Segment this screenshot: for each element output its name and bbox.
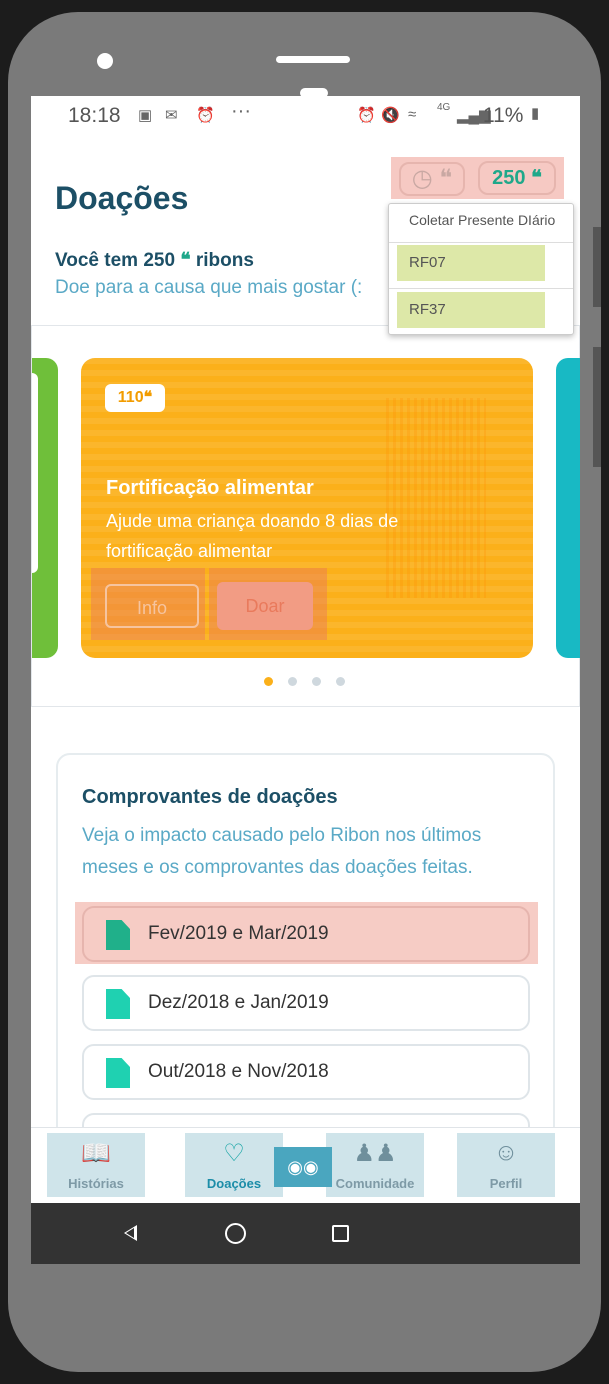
- network-type: 4G: [437, 102, 451, 113]
- cause-card[interactable]: 110❝ Fortificação alimentar Ajude uma cr…: [81, 358, 533, 658]
- tab-comunidade[interactable]: ♟♟ Comunidade: [326, 1133, 424, 1197]
- info-button[interactable]: Info: [105, 584, 199, 628]
- receipt-label: Fev/2019 e Mar/2019: [148, 923, 329, 944]
- balance-unit: ribons: [195, 250, 254, 271]
- tab-label: Doações: [206, 1176, 262, 1191]
- coins-balance-button[interactable]: 250 ❝: [472, 157, 564, 199]
- tab-doacoes[interactable]: ♡ Doações: [185, 1133, 283, 1197]
- gift-dropdown-menu: Coletar Presente DIário RF07 RF37: [388, 203, 574, 335]
- previous-card-highlight: [32, 373, 38, 573]
- heart-icon: ♡: [223, 1140, 245, 1167]
- receipt-label: Dez/2018 e Jan/2019: [148, 992, 329, 1013]
- tab-label: Histórias: [68, 1176, 124, 1191]
- info-button-area: Info: [91, 568, 205, 640]
- ribon-icon: ❝: [531, 167, 542, 189]
- more-notifications-icon: ···: [231, 100, 251, 122]
- ribon-icon: ❝: [180, 250, 191, 271]
- receipt-label: Out/2018 e Nov/2018: [148, 1061, 329, 1082]
- receipt-item[interactable]: Out/2018 e Nov/2018: [82, 1044, 530, 1100]
- balance-text: Você tem 250 ❝ ribons: [55, 249, 254, 272]
- divider: [389, 288, 573, 289]
- mute-icon: 🔇: [381, 107, 400, 124]
- cause-title: Fortificação alimentar: [106, 477, 314, 499]
- image-notification-icon: ▣: [138, 107, 153, 124]
- alarm-icon: ⏰: [357, 107, 376, 124]
- ribon-icon: ❝: [143, 389, 153, 406]
- price-badge: 110❝: [105, 384, 165, 412]
- page-title: Doações: [55, 180, 189, 216]
- document-icon: [106, 989, 130, 1019]
- app-screen: 18:18 ▣ ✉ ⏰ ··· ⏰ 🔇 ≈ 4G ▂▄▆ 11% ▮ Doaçõ…: [31, 96, 580, 1264]
- carousel-pagination: [264, 673, 360, 691]
- dropdown-item-rf37[interactable]: RF37: [397, 292, 545, 328]
- recent-apps-icon[interactable]: [332, 1225, 349, 1242]
- wheat-illustration: [386, 398, 486, 598]
- home-icon[interactable]: [225, 1223, 246, 1244]
- next-card-peek[interactable]: [556, 358, 580, 658]
- people-icon: ♟♟: [353, 1140, 397, 1167]
- front-camera: [97, 53, 113, 69]
- tab-historias[interactable]: 📖 Histórias: [47, 1133, 145, 1197]
- battery-icon: ▮: [531, 105, 540, 122]
- clock-icon: ◷ ❝: [399, 162, 465, 196]
- receipt-item[interactable]: Dez/2018 e Jan/2019: [82, 975, 530, 1031]
- document-icon: [106, 920, 130, 950]
- speaker-grille: [276, 56, 350, 63]
- receipt-item[interactable]: Fev/2019 e Mar/2019: [82, 906, 530, 962]
- dropdown-header[interactable]: Coletar Presente DIário: [409, 212, 555, 228]
- mail-notification-icon: ✉: [165, 107, 178, 124]
- status-bar: 18:18 ▣ ✉ ⏰ ··· ⏰ 🔇 ≈ 4G ▂▄▆ 11% ▮: [31, 96, 580, 136]
- cause-description: Ajude uma criança doando 8 dias de forti…: [106, 511, 399, 561]
- alarm-notification-icon: ⏰: [196, 107, 215, 124]
- document-icon: [106, 1058, 130, 1088]
- tab-perfil[interactable]: ☺ Perfil: [457, 1133, 555, 1197]
- wifi-icon: ≈: [408, 106, 417, 123]
- page-dot[interactable]: [336, 677, 345, 686]
- status-time: 18:18: [68, 104, 121, 127]
- battery-level: 11%: [483, 104, 524, 127]
- balance-label: Você tem 250: [55, 250, 176, 271]
- previous-card-peek[interactable]: [32, 358, 58, 658]
- tab-label: Perfil: [489, 1176, 523, 1191]
- divider: [389, 242, 573, 243]
- power-button: [593, 347, 601, 467]
- coins-badge: 250 ❝: [478, 161, 556, 195]
- donate-button[interactable]: Doar: [217, 582, 313, 630]
- donate-button-area: Doar: [209, 568, 327, 640]
- tab-label: Comunidade: [335, 1176, 415, 1191]
- history-button[interactable]: ◷ ❝: [391, 157, 473, 199]
- volume-button: [593, 227, 601, 307]
- page-dot[interactable]: [288, 677, 297, 686]
- receipts-description: Veja o impacto causado pelo Ribon nos úl…: [82, 825, 482, 878]
- balance-subtitle: Doe para a causa que mais gostar (:: [55, 277, 363, 298]
- back-icon[interactable]: [124, 1225, 137, 1241]
- dropdown-item-rf07[interactable]: RF07: [397, 245, 545, 281]
- gamepad-icon[interactable]: ◉◉: [274, 1147, 332, 1187]
- android-nav-bar: [31, 1203, 580, 1264]
- receipts-title: Comprovantes de doações: [82, 786, 338, 808]
- coins-value: 250: [492, 167, 526, 189]
- book-icon: 📖: [81, 1140, 111, 1167]
- page-dot[interactable]: [312, 677, 321, 686]
- page-dot-active[interactable]: [264, 677, 273, 686]
- price-value: 110: [117, 389, 144, 406]
- face-icon: ☺: [493, 1139, 519, 1166]
